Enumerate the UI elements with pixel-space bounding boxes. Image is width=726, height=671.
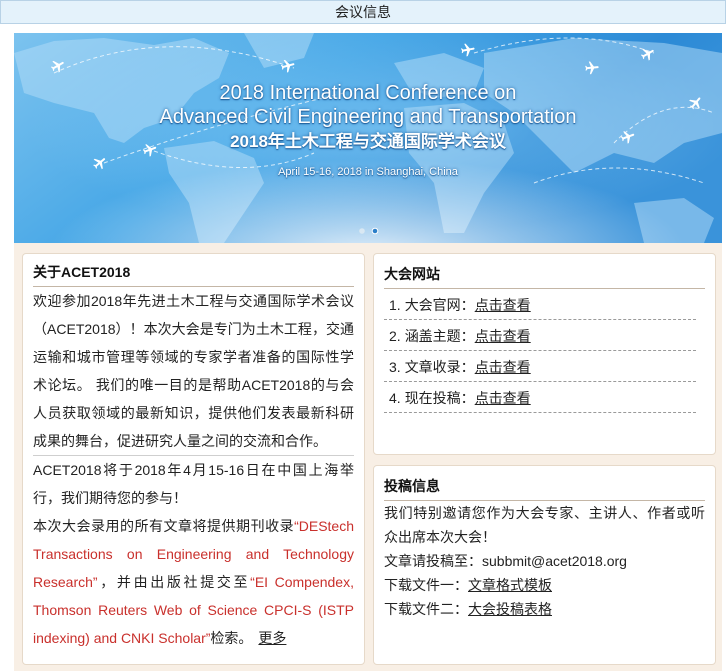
publication-text: 本次大会录用的所有文章将提供期刊收录 <box>33 518 295 534</box>
about-schedule: ACET2018将于2018年4月15-16日在中国上海举行，我们期待您的参与！ <box>33 462 354 506</box>
download-line: 下载文件二：大会投稿表格 <box>384 597 705 621</box>
about-intro: 欢迎参加2018年先进土木工程与交通国际学术会议（ACET2018）！本次大会是… <box>33 287 354 456</box>
publication-paragraph: 本次大会录用的所有文章将提供期刊收录“DEStech Transactions … <box>33 512 354 652</box>
website-heading: 大会网站 <box>384 262 705 289</box>
list-number: 3. <box>389 359 401 375</box>
submission-invitation: 我们特别邀请您作为大会专家、主讲人、作者或听众出席本次大会！ <box>384 505 705 545</box>
submission-form-link[interactable]: 大会投稿表格 <box>468 601 552 617</box>
website-item-label: 现在投稿： <box>404 390 475 406</box>
website-item-topics: 2. 涵盖主题：点击查看 <box>384 320 696 351</box>
view-link[interactable]: 点击查看 <box>475 328 531 344</box>
banner-title-line1: 2018 International Conference on <box>219 82 517 104</box>
list-number: 1. <box>389 297 401 313</box>
view-link[interactable]: 点击查看 <box>475 359 531 375</box>
view-link[interactable]: 点击查看 <box>475 390 531 406</box>
banner-date-location: April 15-16, 2018 in Shanghai, China <box>278 166 458 178</box>
list-number: 4. <box>389 390 401 406</box>
banner-title-chinese: 2018年土木工程与交通国际学术会议 <box>230 132 506 151</box>
banner-title-line2: Advanced Civil Engineering and Transport… <box>159 106 577 128</box>
website-item-indexing: 3. 文章收录：点击查看 <box>384 351 696 382</box>
website-item-label: 文章收录： <box>404 359 475 375</box>
website-panel: 大会网站 1. 大会官网：点击查看 2. 涵盖主题：点击查看 3. 文章收录：点击查看… <box>373 253 716 455</box>
download-line: 下载文件一：文章格式模板 <box>384 573 705 597</box>
submission-email-line: 文章请投稿至：subbmit@acet2018.org <box>384 549 705 573</box>
list-number: 2. <box>389 328 401 344</box>
submission-body: 我们特别邀请您作为大会专家、主讲人、作者或听众出席本次大会！ 文章请投稿至：su… <box>384 501 705 621</box>
about-heading: 关于ACET2018 <box>33 260 354 287</box>
website-item-official-site: 1. 大会官网：点击查看 <box>384 289 696 320</box>
about-panel: 关于ACET2018 欢迎参加2018年先进土木工程与交通国际学术会议（ACET… <box>22 253 365 665</box>
submission-panel: 投稿信息 我们特别邀请您作为大会专家、主讲人、作者或听众出席本次大会！ 文章请投… <box>373 465 716 665</box>
carousel-dot[interactable] <box>359 228 365 234</box>
info-content: 关于ACET2018 欢迎参加2018年先进土木工程与交通国际学术会议（ACET… <box>14 243 722 671</box>
publication-text: 检索。 <box>210 630 253 646</box>
view-link[interactable]: 点击查看 <box>475 297 531 313</box>
conference-banner: 2018 International Conference on Advance… <box>14 33 722 243</box>
website-item-label: 大会官网： <box>404 297 475 313</box>
website-item-label: 涵盖主题： <box>404 328 475 344</box>
email-label: 文章请投稿至： <box>384 553 482 569</box>
website-item-submit-now: 4. 现在投稿：点击查看 <box>384 382 696 413</box>
download-label: 下载文件一： <box>384 577 468 593</box>
paper-template-link[interactable]: 文章格式模板 <box>468 577 552 593</box>
carousel-dot[interactable] <box>371 227 379 235</box>
submission-heading: 投稿信息 <box>384 474 705 501</box>
download-label: 下载文件二： <box>384 601 468 617</box>
section-header: 会议信息 <box>0 0 726 24</box>
submission-email: subbmit@acet2018.org <box>482 553 627 569</box>
publication-text: ，并由出版社提交至 <box>97 574 251 590</box>
section-title: 会议信息 <box>335 4 391 20</box>
website-list: 1. 大会官网：点击查看 2. 涵盖主题：点击查看 3. 文章收录：点击查看 4. 现在… <box>384 289 696 413</box>
more-link[interactable]: 更多 <box>258 630 286 646</box>
